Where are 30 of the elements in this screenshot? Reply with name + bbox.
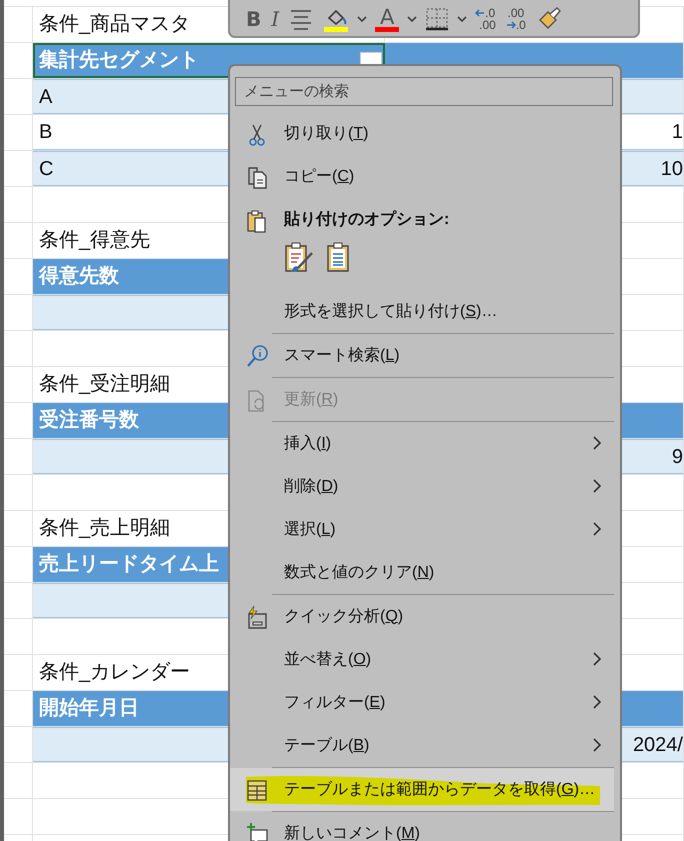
font-color-button[interactable]: A	[371, 3, 404, 35]
caret-icon	[457, 15, 468, 23]
caret-icon	[407, 15, 418, 23]
menu-item[interactable]: 新しいコメント(M)	[230, 812, 614, 841]
section-title: 条件_商品マスタ	[39, 13, 190, 35]
menu-item[interactable]: クイック分析(Q)	[230, 595, 614, 638]
section-title: 条件_売上明細	[39, 517, 170, 539]
section-title: 条件_得意先	[39, 229, 150, 251]
section-title: 条件_受注明細	[39, 373, 170, 395]
decrease-decimal-button[interactable]: .00 .0	[502, 3, 530, 35]
comment-icon	[246, 823, 270, 841]
arrow-icon	[506, 21, 516, 29]
menu-search-field[interactable]: メニューの検索	[235, 77, 613, 106]
align-center-icon	[289, 8, 314, 30]
menu-item[interactable]: 並べ替え(O)	[230, 638, 614, 681]
menu-item[interactable]: テーブルまたは範囲からデータを取得(G)…	[230, 768, 614, 811]
italic-button[interactable]: I	[267, 3, 284, 35]
menu-item[interactable]: 削除(D)	[230, 465, 614, 508]
caret-icon	[357, 15, 368, 23]
borders-icon	[425, 7, 450, 31]
section-title: 条件_カレンダー	[39, 661, 190, 683]
section-heading: 貼り付けのオプション:	[284, 209, 450, 230]
increase-decimal-button[interactable]: .0 .00	[471, 3, 500, 35]
menu-item[interactable]: テーブル(B)	[230, 724, 614, 767]
clipboard-brush-icon	[284, 241, 314, 273]
paste-option-button[interactable]	[284, 241, 314, 273]
search-icon	[246, 345, 270, 369]
bold-button[interactable]: B	[242, 3, 266, 35]
arrow-icon	[475, 9, 486, 17]
menu-item[interactable]: スマート検索(L)	[230, 334, 614, 377]
